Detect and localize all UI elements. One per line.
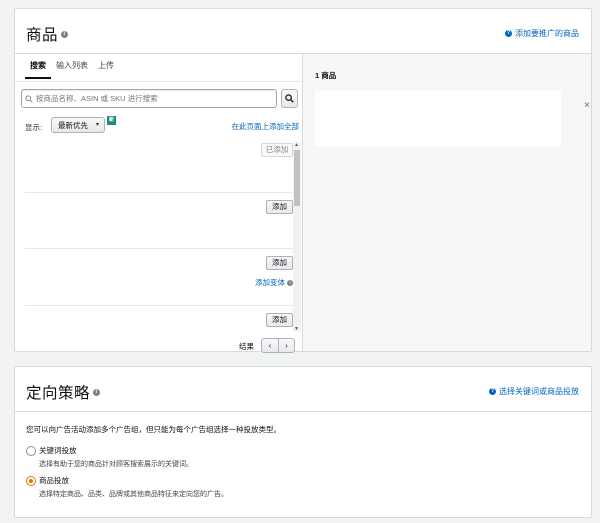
remove-icon[interactable]: × (584, 100, 590, 111)
help-icon: ? (489, 388, 496, 395)
keyword-targeting-option[interactable]: 关键词投放 选择有助于您的商品针对顾客搜索展示的关键词。 (26, 445, 193, 469)
targeting-header: 定向策略 i ? 选择关键词或商品投放 (15, 367, 591, 412)
sort-value: 最新优先 (58, 120, 88, 130)
results-label: 结果 (239, 342, 254, 351)
search-input[interactable] (36, 94, 266, 103)
show-label: 显示: (25, 123, 43, 132)
tab-upload[interactable]: 上传 (93, 60, 119, 79)
add-all-on-page-link[interactable]: 在此页面上添加全部 (232, 121, 300, 132)
add-variants-label: 添加变体 (255, 278, 285, 287)
info-icon[interactable]: i (61, 31, 69, 39)
add-products-help-label: 添加要推广的商品 (515, 29, 579, 38)
option-subtitle: 选择有助于您的商品针对顾客搜索展示的关键词。 (39, 461, 193, 468)
tab-search[interactable]: 搜索 (25, 60, 51, 79)
products-header: 商品 i ? 添加要推广的商品 (15, 9, 591, 54)
option-title: 关键词投放 (39, 446, 77, 455)
tab-divider (15, 81, 302, 82)
scrollbar-thumb[interactable] (294, 150, 300, 206)
option-title: 商品投放 (39, 476, 69, 485)
next-page-button[interactable]: › (278, 339, 294, 352)
search-icon (22, 90, 36, 107)
product-search-pane: 搜索 输入列表 上传 显示: 最新优先 ▾ 新 在此页面上添加全部 已添加 添加 (15, 54, 303, 353)
selected-product-card (315, 91, 561, 146)
targeting-title-wrap: 定向策略 i (26, 381, 101, 403)
scroll-up-icon[interactable]: ▲ (294, 142, 299, 148)
sort-dropdown[interactable]: 最新优先 ▾ (51, 117, 105, 133)
targeting-title: 定向策略 (26, 385, 91, 402)
search-icon (285, 94, 294, 103)
list-item: 添加 添加变体 i (25, 249, 293, 306)
product-targeting-radio[interactable] (26, 476, 36, 486)
products-card: 商品i ? 添加要推广的商品 搜索 输入列表 上传 显示: 最新优先 ▾ 新 在 (14, 8, 592, 353)
pagination: ‹ › (261, 338, 295, 353)
search-box (21, 89, 277, 108)
add-button[interactable]: 添加 (266, 256, 293, 270)
selected-count: 1 商品 (315, 71, 337, 80)
list-item: 添加 (25, 193, 293, 249)
help-icon: ? (505, 30, 512, 37)
tab-enter-list[interactable]: 输入列表 (51, 60, 93, 79)
targeting-help-link[interactable]: ? 选择关键词或商品投放 (489, 386, 579, 397)
targeting-card: 定向策略 i ? 选择关键词或商品投放 您可以向广告活动添加多个广告组，但只能为每… (14, 366, 592, 518)
chevron-down-icon: ▾ (95, 122, 99, 128)
products-title: 商品 (26, 27, 59, 44)
targeting-help-label: 选择关键词或商品投放 (499, 387, 579, 396)
added-button: 已添加 (261, 143, 293, 157)
list-item: 添加 (25, 306, 293, 331)
scroll-down-icon[interactable]: ▼ (294, 326, 299, 332)
add-variants-link[interactable]: 添加变体 i (255, 277, 293, 288)
info-icon[interactable]: i (93, 389, 101, 397)
list-item: 已添加 (25, 136, 293, 193)
keyword-targeting-radio[interactable] (26, 446, 36, 456)
option-subtitle: 选择特定商品、品类、品牌或其他商品特征来定向您的广告。 (39, 491, 228, 498)
product-targeting-option[interactable]: 商品投放 选择特定商品、品类、品牌或其他商品特征来定向您的广告。 (26, 475, 228, 499)
add-button[interactable]: 添加 (266, 200, 293, 214)
targeting-description: 您可以向广告活动添加多个广告组，但只能为每个广告组选择一种投放类型。 (26, 425, 281, 434)
selected-products-pane: 1 商品 × (303, 54, 591, 351)
search-button[interactable] (281, 89, 298, 108)
prev-page-button[interactable]: ‹ (262, 339, 278, 352)
product-list: 已添加 添加 添加 添加变体 i 添加 (25, 136, 293, 331)
product-tabs: 搜索 输入列表 上传 (25, 60, 119, 79)
add-button[interactable]: 添加 (266, 313, 293, 327)
list-scrollbar[interactable]: ▲ ▼ (293, 142, 301, 332)
products-title-wrap: 商品 i (26, 23, 69, 45)
new-badge: 新 (107, 116, 116, 125)
add-products-help-link[interactable]: ? 添加要推广的商品 (505, 28, 579, 39)
